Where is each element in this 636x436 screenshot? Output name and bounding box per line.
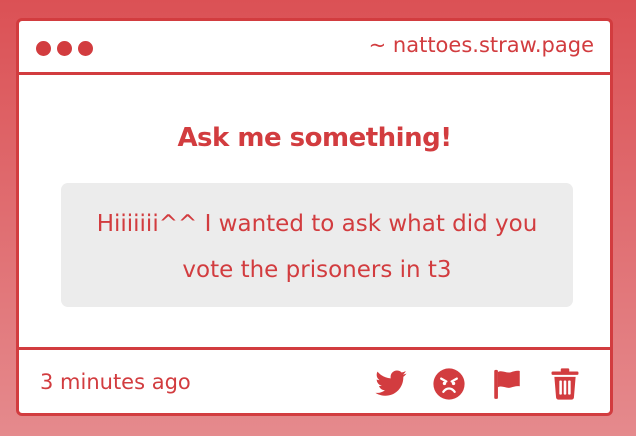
window-dots — [36, 41, 93, 56]
question-text: Hiiiiiii^^ I wanted to ask what did you … — [61, 183, 573, 307]
card-footer: 3 minutes ago — [19, 347, 610, 413]
page-title: Ask me something! — [177, 123, 452, 153]
trash-icon[interactable] — [548, 367, 582, 401]
timestamp: 3 minutes ago — [40, 370, 191, 394]
question-card: ~ nattoes.straw.page Ask me something! H… — [16, 18, 613, 416]
angry-face-icon[interactable] — [432, 367, 466, 401]
window-titlebar: ~ nattoes.straw.page — [19, 21, 610, 75]
window-dot-icon — [78, 41, 93, 56]
window-dot-icon — [36, 41, 51, 56]
action-icons — [374, 367, 582, 401]
flag-icon[interactable] — [490, 367, 524, 401]
twitter-icon[interactable] — [374, 367, 408, 401]
window-dot-icon — [57, 41, 72, 56]
site-url[interactable]: ~ nattoes.straw.page — [369, 33, 594, 57]
